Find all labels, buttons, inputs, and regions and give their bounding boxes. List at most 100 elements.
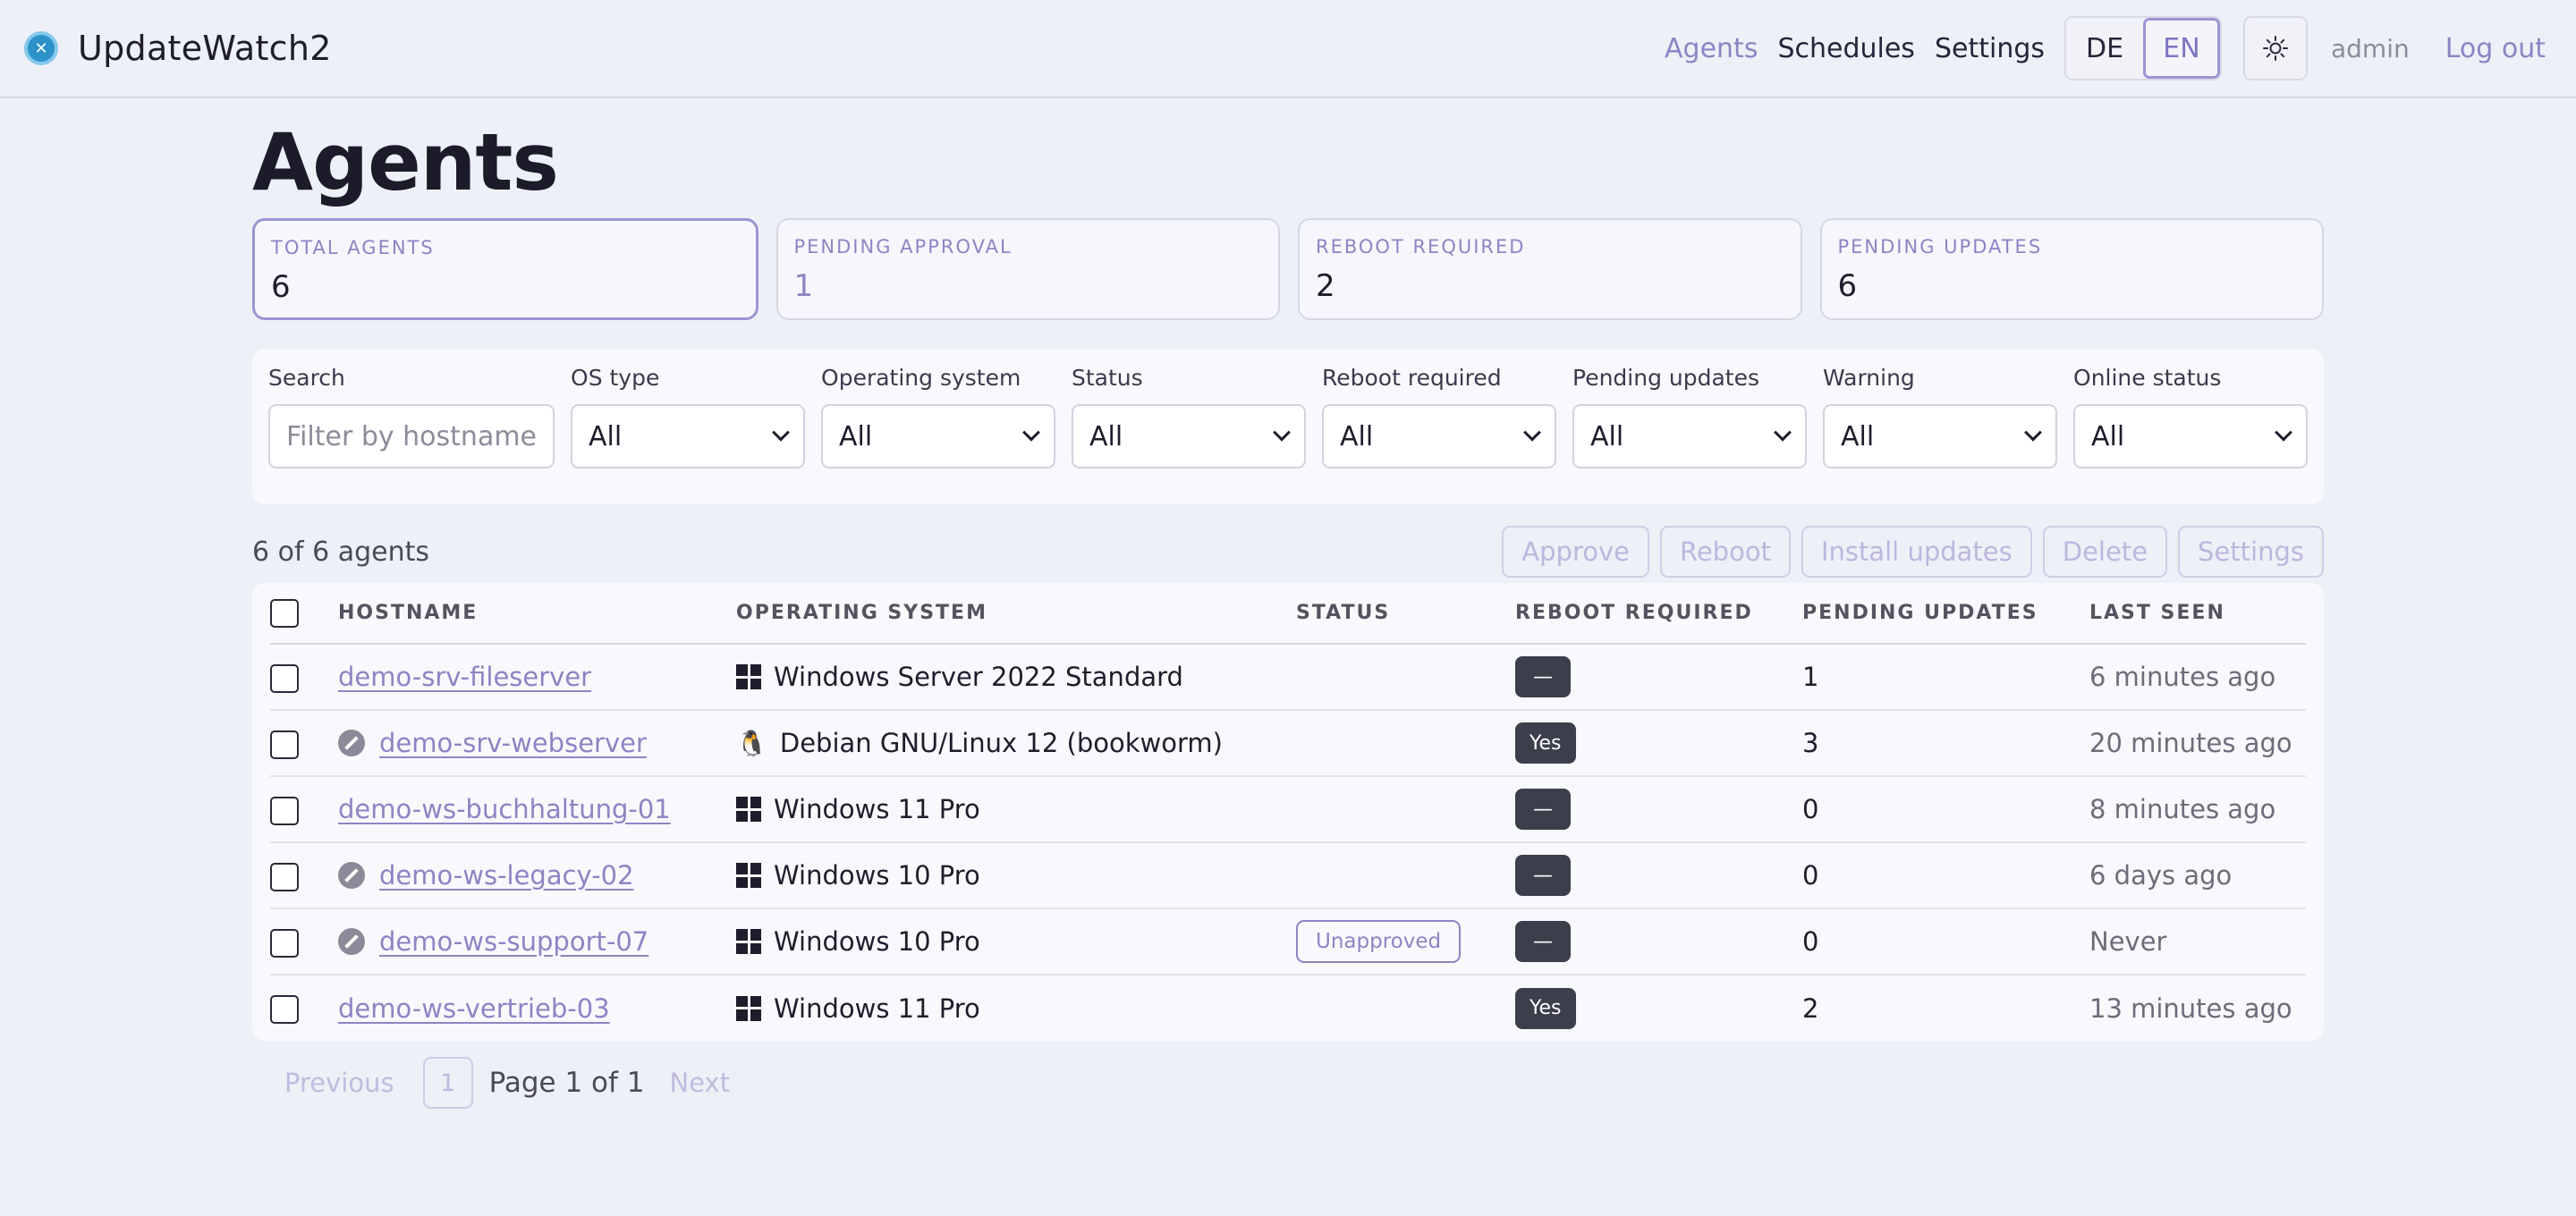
row-select-cell [270,908,338,975]
approve-button[interactable]: Approve [1502,526,1649,578]
hostname-wrap: demo-srv-fileserver [338,662,736,692]
lang-de-button[interactable]: DE [2066,18,2143,79]
chevron-down-icon [1273,423,1291,442]
row-checkbox[interactable] [270,928,299,958]
stat-card-total-agents[interactable]: TOTAL AGENTS 6 [252,218,758,320]
stat-value: 1 [793,268,814,304]
row-checkbox[interactable] [270,796,299,825]
filter-operating-system: Operating system All [821,365,1056,488]
stat-card-pending-updates[interactable]: PENDING UPDATES 6 [1819,218,2324,320]
windows-icon [736,929,761,954]
last-seen-cell: 6 minutes ago [2089,644,2306,711]
filter-online-status: Online status All [2073,365,2309,488]
row-checkbox[interactable] [270,730,299,759]
operating-system-select[interactable]: All [821,404,1056,469]
linux-icon: 🐧 [736,728,767,758]
reboot-required-select[interactable]: All [1322,404,1557,469]
select-value: All [1841,420,1875,452]
top-navbar: ✕ UpdateWatch2 Agents Schedules Settings… [0,0,2576,98]
select-all-checkbox[interactable] [270,598,299,628]
reboot-badge: — [1515,855,1571,896]
os-cell: Windows Server 2022 Standard [736,644,1296,711]
column-header-status[interactable]: STATUS [1296,583,1515,645]
status-cell [1296,710,1515,777]
nav-link-agents[interactable]: Agents [1665,33,1758,64]
column-header-hostname[interactable]: HOSTNAME [338,583,736,645]
chevron-down-icon [772,423,790,442]
last-seen-cell: 6 days ago [2089,842,2306,909]
table-row[interactable]: demo-srv-webserver 🐧 Debian GNU/Linux 12 (… [270,710,2306,777]
hostname-link[interactable]: demo-ws-legacy-02 [379,860,634,891]
row-checkbox[interactable] [270,663,299,693]
status-cell [1296,644,1515,711]
offline-icon [338,862,365,889]
hostname-link[interactable]: demo-ws-support-07 [379,926,648,957]
status-cell: Unapproved [1296,908,1515,975]
row-checkbox[interactable] [270,995,299,1024]
next-page-link[interactable]: Next [670,1068,731,1098]
table-row[interactable]: demo-ws-support-07 Windows 10 Pro Unapprov… [270,908,2306,975]
lang-en-button[interactable]: EN [2143,18,2220,79]
os-name: Windows 11 Pro [774,794,980,824]
row-select-cell [270,710,338,777]
last-seen-cell: 20 minutes ago [2089,710,2306,777]
theme-toggle-button[interactable] [2243,16,2308,80]
reboot-badge: Yes [1515,987,1576,1029]
hostname-link[interactable]: demo-ws-vertrieb-03 [338,993,610,1024]
table-row[interactable]: demo-srv-fileserver Windows Server 2022 S… [270,644,2306,711]
os-name: Debian GNU/Linux 12 (bookworm) [779,728,1223,758]
column-header-operating-system[interactable]: OPERATING SYSTEM [736,583,1296,645]
select-value: All [589,420,623,452]
stat-card-reboot-required[interactable]: REBOOT REQUIRED 2 [1298,218,1802,320]
table-row[interactable]: demo-ws-buchhaltung-01 Windows 11 Pro — 0 8 … [270,776,2306,843]
status-badge: Unapproved [1296,920,1462,963]
agents-table-card: HOSTNAME OPERATING SYSTEM STATUS REBOOT … [252,583,2324,1041]
install-updates-button[interactable]: Install updates [1801,526,2032,578]
select-value: All [1590,420,1624,452]
reboot-button[interactable]: Reboot [1659,526,1791,578]
reboot-cell: — [1515,776,1802,843]
filter-reboot-required: Reboot required All [1322,365,1557,488]
pagination: Previous 1 Page 1 of 1 Next [252,1057,2324,1109]
os-type-select[interactable]: All [571,404,806,469]
table-row[interactable]: demo-ws-legacy-02 Windows 10 Pro — 0 6 days … [270,842,2306,909]
hostname-link[interactable]: demo-srv-fileserver [338,662,591,692]
logout-link[interactable]: Log out [2445,33,2546,64]
hostname-wrap: demo-ws-buchhaltung-01 [338,794,736,824]
stat-value: 6 [1837,268,1858,304]
status-select[interactable]: All [1072,404,1307,469]
brand[interactable]: ✕ UpdateWatch2 [24,29,332,68]
reboot-cell: — [1515,644,1802,711]
os-wrap: Windows 10 Pro [736,860,1296,891]
delete-button[interactable]: Delete [2042,526,2168,578]
nav-link-schedules[interactable]: Schedules [1777,33,1915,64]
sun-icon [2263,36,2288,61]
stat-card-pending-approval[interactable]: PENDING APPROVAL 1 [775,218,1280,320]
filter-label: Online status [2073,365,2222,391]
pending-updates-select[interactable]: All [1572,404,1808,469]
page-number-button[interactable]: 1 [422,1057,473,1109]
nav-right: Agents Schedules Settings DE EN admin Lo… [1645,16,2546,80]
reboot-badge: — [1515,789,1571,830]
search-input[interactable]: Filter by hostname [268,404,555,469]
page-indicator: Page 1 of 1 [488,1067,645,1099]
warning-select[interactable]: All [1823,404,2058,469]
previous-page-link[interactable]: Previous [284,1068,394,1098]
status-cell [1296,842,1515,909]
hostname-link[interactable]: demo-ws-buchhaltung-01 [338,794,671,824]
select-value: All [1089,420,1123,452]
column-header-last-seen[interactable]: LAST SEEN [2089,583,2306,645]
select-value: All [839,420,873,452]
row-checkbox[interactable] [270,862,299,891]
nav-link-settings[interactable]: Settings [1935,33,2045,64]
select-value: All [1340,420,1374,452]
status-cell [1296,975,1515,1041]
reboot-cell: — [1515,842,1802,909]
online-status-select[interactable]: All [2073,404,2309,469]
settings-button[interactable]: Settings [2178,526,2324,578]
column-header-pending-updates[interactable]: PENDING UPDATES [1802,583,2089,645]
table-row[interactable]: demo-ws-vertrieb-03 Windows 11 Pro Yes 2 13 … [270,975,2306,1041]
hostname-link[interactable]: demo-srv-webserver [379,728,647,758]
stat-value: 6 [271,269,291,305]
column-header-reboot-required[interactable]: REBOOT REQUIRED [1515,583,1802,645]
